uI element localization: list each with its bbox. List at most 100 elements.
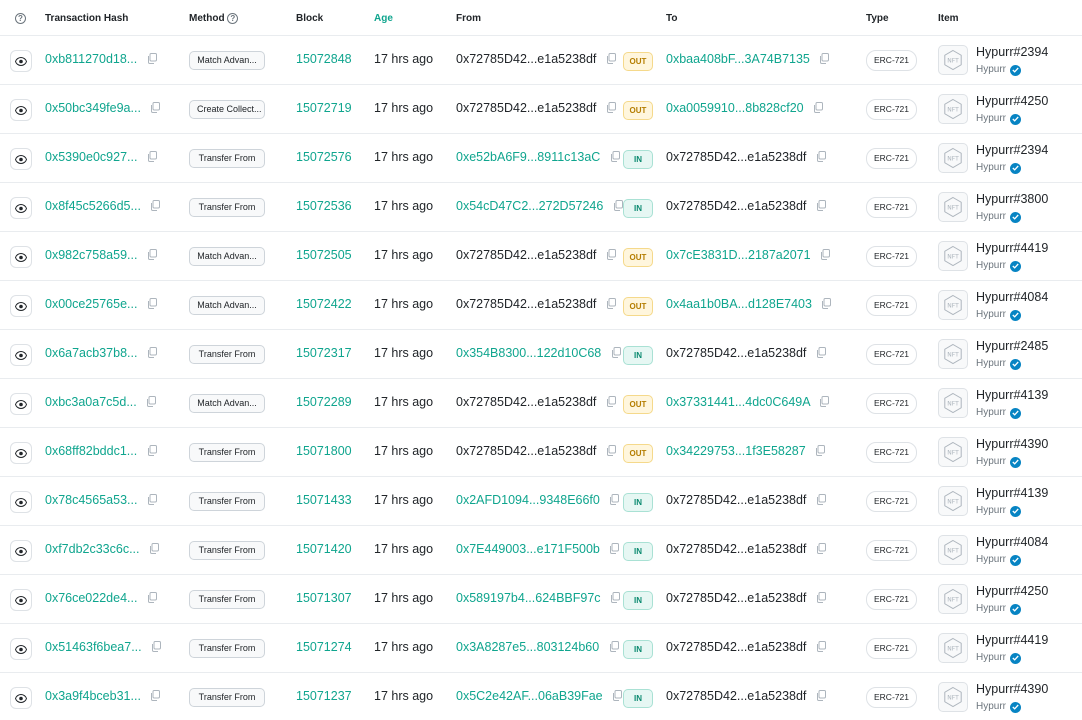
nft-item[interactable]: NFT Hypurr#4419 Hypurr: [938, 633, 1048, 665]
from-address[interactable]: 0x72785D42...e1a5238df: [456, 395, 596, 409]
copy-icon[interactable]: [147, 494, 157, 506]
nft-item-name[interactable]: Hypurr#4084: [976, 535, 1048, 550]
copy-icon[interactable]: [147, 249, 157, 261]
to-address[interactable]: 0x72785D42...e1a5238df: [666, 346, 806, 360]
nft-item[interactable]: NFT Hypurr#4390 Hypurr: [938, 682, 1048, 714]
nft-item[interactable]: NFT Hypurr#4250 Hypurr: [938, 94, 1048, 126]
from-address[interactable]: 0x7E449003...e171F500b: [456, 542, 600, 556]
copy-icon[interactable]: [150, 102, 161, 114]
view-details-button[interactable]: [10, 148, 32, 170]
to-address[interactable]: 0x4aa1b0BA...d128E7403: [666, 297, 812, 311]
transaction-hash-link[interactable]: 0x50bc349fe9a...: [45, 101, 141, 115]
copy-icon[interactable]: [816, 641, 826, 653]
copy-icon[interactable]: [147, 592, 157, 604]
transaction-hash-link[interactable]: 0x5390e0c927...: [45, 150, 137, 164]
nft-collection-name[interactable]: Hypurr: [976, 553, 1006, 567]
nft-item-name[interactable]: Hypurr#4139: [976, 388, 1048, 403]
method-help-icon[interactable]: ?: [227, 13, 239, 24]
eye-icon[interactable]: [10, 540, 32, 562]
from-address[interactable]: 0x589197b4...624BBF97c: [456, 591, 601, 605]
transaction-hash-link[interactable]: 0x6a7acb37b8...: [45, 346, 137, 360]
nft-item[interactable]: NFT Hypurr#2485 Hypurr: [938, 339, 1048, 371]
nft-item-name[interactable]: Hypurr#2485: [976, 339, 1048, 354]
copy-icon[interactable]: [146, 396, 157, 408]
nft-item-name[interactable]: Hypurr#4139: [976, 486, 1048, 501]
eye-icon[interactable]: [10, 687, 32, 709]
view-details-button[interactable]: [10, 589, 32, 611]
nft-collection-name[interactable]: Hypurr: [976, 63, 1006, 77]
eye-icon[interactable]: [10, 638, 32, 660]
nft-item-name[interactable]: Hypurr#4250: [976, 94, 1048, 109]
nft-collection-name[interactable]: Hypurr: [976, 112, 1006, 126]
nft-collection-name[interactable]: Hypurr: [976, 651, 1006, 665]
copy-icon[interactable]: [147, 151, 157, 163]
copy-icon[interactable]: [820, 249, 831, 261]
transaction-hash-link[interactable]: 0x8f45c5266d5...: [45, 199, 141, 213]
transaction-hash-link[interactable]: 0xf7db2c33c6c...: [45, 542, 140, 556]
from-address[interactable]: 0x2AFD1094...9348E66f0: [456, 493, 600, 507]
copy-icon[interactable]: [816, 543, 826, 555]
copy-icon[interactable]: [606, 445, 616, 457]
copy-icon[interactable]: [816, 151, 826, 163]
copy-icon[interactable]: [819, 396, 830, 408]
eye-icon[interactable]: [10, 393, 32, 415]
from-address[interactable]: 0x3A8287e5...803124b60: [456, 640, 599, 654]
nft-item[interactable]: NFT Hypurr#4084 Hypurr: [938, 290, 1048, 322]
block-link[interactable]: 15072576: [296, 150, 352, 164]
copy-icon[interactable]: [151, 641, 162, 653]
copy-icon[interactable]: [150, 200, 161, 212]
nft-item-name[interactable]: Hypurr#4419: [976, 633, 1048, 648]
to-address[interactable]: 0x72785D42...e1a5238df: [666, 150, 806, 164]
nft-collection-name[interactable]: Hypurr: [976, 210, 1006, 224]
eye-icon[interactable]: [10, 148, 32, 170]
copy-icon[interactable]: [609, 494, 620, 506]
to-address[interactable]: 0x37331441...4dc0C649A: [666, 395, 810, 409]
nft-collection-name[interactable]: Hypurr: [976, 602, 1006, 616]
to-address[interactable]: 0x7cE3831D...2187a2071: [666, 248, 811, 262]
to-address[interactable]: 0x72785D42...e1a5238df: [666, 199, 806, 213]
block-link[interactable]: 15071800: [296, 444, 352, 458]
block-link[interactable]: 15072505: [296, 248, 352, 262]
copy-icon[interactable]: [816, 494, 826, 506]
help-icon[interactable]: ?: [15, 13, 26, 24]
from-address[interactable]: 0x5C2e42AF...06aB39Fae: [456, 689, 603, 703]
copy-icon[interactable]: [147, 347, 157, 359]
transaction-hash-link[interactable]: 0xbc3a0a7c5d...: [45, 395, 137, 409]
copy-icon[interactable]: [612, 690, 623, 702]
copy-icon[interactable]: [816, 347, 826, 359]
nft-item-name[interactable]: Hypurr#2394: [976, 45, 1048, 60]
nft-item[interactable]: NFT Hypurr#4139 Hypurr: [938, 388, 1048, 420]
to-address[interactable]: 0x72785D42...e1a5238df: [666, 689, 806, 703]
copy-icon[interactable]: [610, 592, 621, 604]
to-address[interactable]: 0x72785D42...e1a5238df: [666, 493, 806, 507]
copy-icon[interactable]: [609, 543, 620, 555]
transaction-hash-link[interactable]: 0x68ff82bddc1...: [45, 444, 137, 458]
to-address[interactable]: 0x72785D42...e1a5238df: [666, 591, 806, 605]
block-link[interactable]: 15072422: [296, 297, 352, 311]
nft-collection-name[interactable]: Hypurr: [976, 455, 1006, 469]
nft-item-name[interactable]: Hypurr#4390: [976, 437, 1048, 452]
view-details-button[interactable]: [10, 540, 32, 562]
copy-icon[interactable]: [606, 396, 616, 408]
copy-icon[interactable]: [147, 298, 157, 310]
nft-item-name[interactable]: Hypurr#4419: [976, 241, 1048, 256]
nft-item[interactable]: NFT Hypurr#4250 Hypurr: [938, 584, 1048, 616]
block-link[interactable]: 15072289: [296, 395, 352, 409]
view-details-button[interactable]: [10, 50, 32, 72]
nft-item-name[interactable]: Hypurr#2394: [976, 143, 1048, 158]
from-address[interactable]: 0x354B8300...122d10C68: [456, 346, 601, 360]
eye-icon[interactable]: [10, 491, 32, 513]
nft-item-name[interactable]: Hypurr#3800: [976, 192, 1048, 207]
copy-icon[interactable]: [613, 200, 623, 212]
nft-item[interactable]: NFT Hypurr#4139 Hypurr: [938, 486, 1048, 518]
transaction-hash-link[interactable]: 0x3a9f4bceb31...: [45, 689, 141, 703]
block-link[interactable]: 15071274: [296, 640, 352, 654]
nft-item-name[interactable]: Hypurr#4084: [976, 290, 1048, 305]
eye-icon[interactable]: [10, 50, 32, 72]
nft-item[interactable]: NFT Hypurr#4419 Hypurr: [938, 241, 1048, 273]
nft-item[interactable]: NFT Hypurr#4084 Hypurr: [938, 535, 1048, 567]
copy-icon[interactable]: [816, 592, 826, 604]
to-address[interactable]: 0x72785D42...e1a5238df: [666, 640, 806, 654]
block-link[interactable]: 15071433: [296, 493, 352, 507]
copy-icon[interactable]: [610, 151, 620, 163]
